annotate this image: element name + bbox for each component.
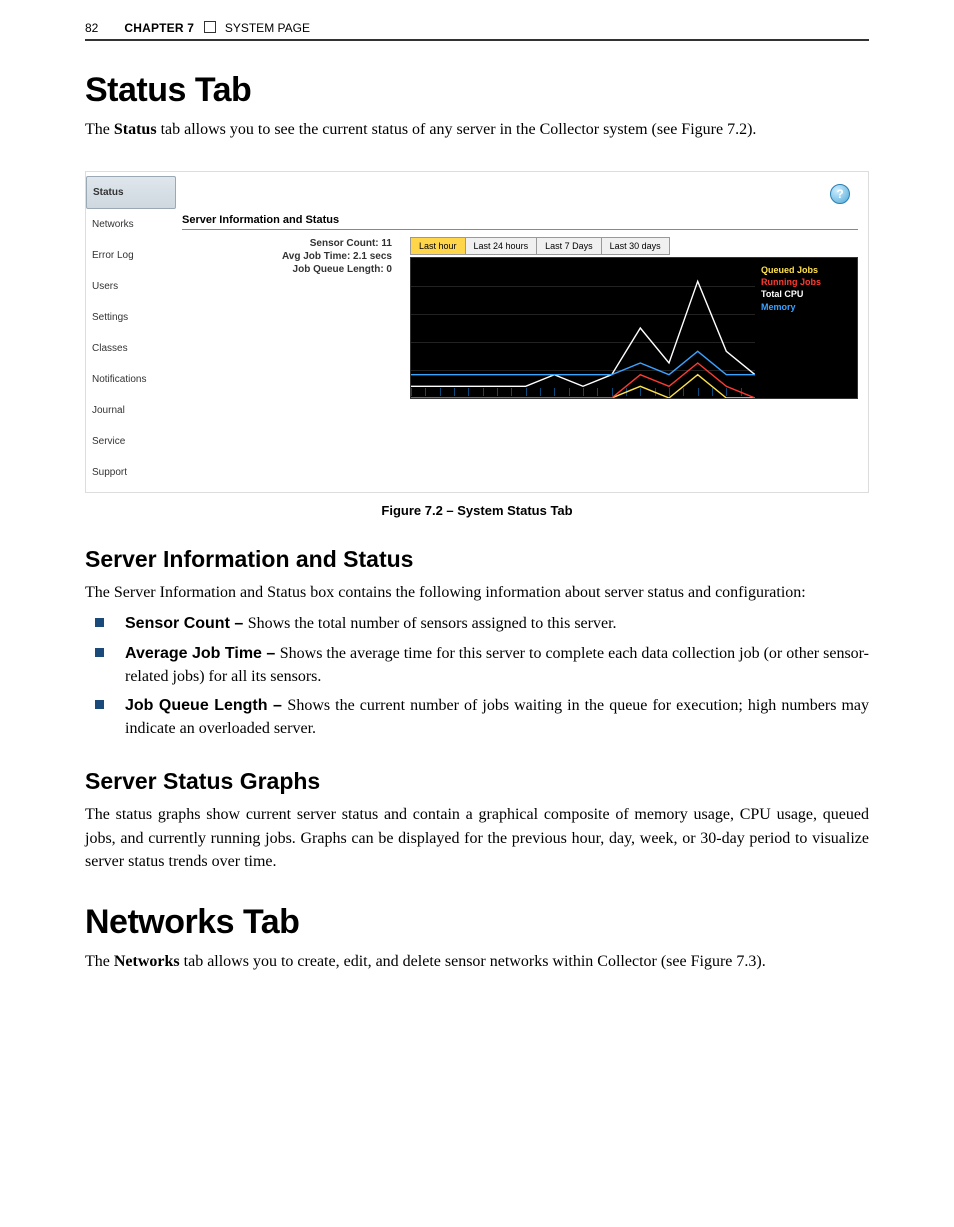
time-tab-last-30-days[interactable]: Last 30 days (601, 237, 670, 255)
sidebar-item-networks[interactable]: Networks (86, 209, 176, 240)
paragraph-server-graphs: The status graphs show current server st… (85, 803, 869, 873)
list-item: Job Queue Length – Shows the current num… (85, 694, 869, 740)
heading-status-tab: Status Tab (85, 71, 869, 110)
time-range-tabs: Last hourLast 24 hoursLast 7 DaysLast 30… (410, 236, 858, 255)
figure-system-status: StatusNetworksError LogUsersSettingsClas… (85, 171, 869, 493)
status-chart: Queued Jobs Running Jobs Total CPU Memor… (410, 257, 858, 399)
sidebar-item-support[interactable]: Support (86, 457, 176, 488)
page-number: 82 (85, 21, 121, 35)
heading-server-info: Server Information and Status (85, 546, 869, 573)
figure-main-panel: ? Server Information and Status Sensor C… (176, 172, 868, 492)
heading-networks-tab: Networks Tab (85, 903, 869, 942)
sidebar-item-status[interactable]: Status (86, 176, 176, 209)
paragraph-networks-intro: The Networks tab allows you to create, e… (85, 950, 869, 973)
sidebar-item-classes[interactable]: Classes (86, 333, 176, 364)
server-info-list: Sensor Count – Shows the total number of… (85, 612, 869, 740)
info-row: Avg Job Time: 2.1 secs (182, 251, 392, 262)
list-item: Average Job Time – Shows the average tim… (85, 642, 869, 688)
page-title: SYSTEM PAGE (225, 21, 310, 35)
time-tab-last-24-hours[interactable]: Last 24 hours (465, 237, 538, 255)
time-tab-last-7-days[interactable]: Last 7 Days (536, 237, 602, 255)
running-header: 82 CHAPTER 7 SYSTEM PAGE (85, 20, 869, 41)
sidebar-item-service[interactable]: Service (86, 426, 176, 457)
sidebar-item-users[interactable]: Users (86, 271, 176, 302)
info-row: Job Queue Length: 0 (182, 264, 392, 275)
legend-memory: Memory (761, 301, 851, 313)
legend-queued: Queued Jobs (761, 264, 851, 276)
panel-title: Server Information and Status (182, 214, 858, 230)
heading-server-graphs: Server Status Graphs (85, 768, 869, 795)
sidebar-item-journal[interactable]: Journal (86, 395, 176, 426)
info-column: Sensor Count: 11 Avg Job Time: 2.1 secs Jo… (182, 236, 400, 399)
separator-icon (204, 21, 216, 33)
legend-cpu: Total CPU (761, 288, 851, 300)
list-item: Sensor Count – Shows the total number of… (85, 612, 869, 635)
chapter-label: CHAPTER 7 (124, 21, 194, 35)
paragraph-status-intro: The Status tab allows you to see the cur… (85, 118, 869, 141)
figure-sidebar: StatusNetworksError LogUsersSettingsClas… (86, 172, 176, 492)
sidebar-item-notifications[interactable]: Notifications (86, 364, 176, 395)
info-row: Sensor Count: 11 (182, 238, 392, 249)
help-area: ? (182, 178, 858, 214)
chart-column: Last hourLast 24 hoursLast 7 DaysLast 30… (410, 236, 858, 399)
chart-plot-area (411, 258, 755, 398)
sidebar-item-settings[interactable]: Settings (86, 302, 176, 333)
figure-caption: Figure 7.2 – System Status Tab (85, 503, 869, 518)
time-tab-last-hour[interactable]: Last hour (410, 237, 466, 255)
chart-legend: Queued Jobs Running Jobs Total CPU Memor… (755, 258, 857, 398)
help-icon[interactable]: ? (830, 184, 850, 204)
sidebar-item-error-log[interactable]: Error Log (86, 240, 176, 271)
legend-running: Running Jobs (761, 276, 851, 288)
paragraph-server-info: The Server Information and Status box co… (85, 581, 869, 604)
